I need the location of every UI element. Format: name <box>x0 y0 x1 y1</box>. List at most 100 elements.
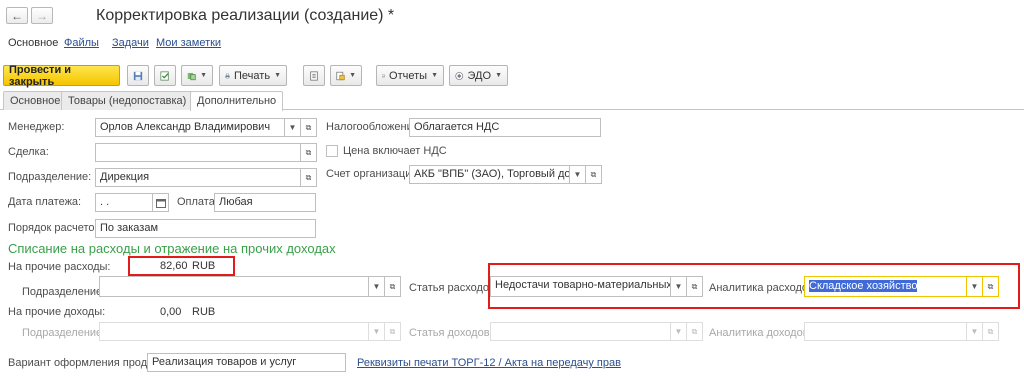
expense-item-label: Статья расходов: <box>409 282 498 294</box>
deal-label: Сделка: <box>8 146 49 158</box>
open-icon: ⧉ <box>987 326 994 336</box>
income-analytics-dropdown-button[interactable]: ▼ <box>966 322 983 341</box>
expense-highlight <box>488 263 1020 309</box>
save-button[interactable] <box>127 65 149 86</box>
exp-division-dropdown-button[interactable]: ▼ <box>368 276 385 297</box>
income-item-label: Статья доходов: <box>409 327 493 339</box>
structure-button[interactable] <box>303 65 325 86</box>
exp-division-open-button[interactable]: ⧉ <box>384 276 401 297</box>
payment-field[interactable]: Любая <box>214 193 316 212</box>
inc-division-field[interactable] <box>99 322 369 341</box>
income-item-field[interactable] <box>490 322 671 341</box>
taxation-label: Налогообложение: <box>326 121 422 133</box>
subnav-main[interactable]: Основное <box>8 37 58 49</box>
chevron-down-icon: ▼ <box>431 72 438 79</box>
vat-included-label: Цена включает НДС <box>343 145 447 157</box>
open-icon: ⧉ <box>691 326 698 336</box>
org-account-open-button[interactable]: ⧉ <box>585 165 602 184</box>
manager-field[interactable]: Орлов Александр Владимирович <box>95 118 285 137</box>
deal-field[interactable] <box>95 143 301 162</box>
exp-division-label: Подразделение: <box>22 286 106 298</box>
tab-goods[interactable]: Товары (недопоставка) (1) <box>61 91 210 110</box>
income-item-dropdown-button[interactable]: ▼ <box>670 322 687 341</box>
printer-icon <box>225 73 230 78</box>
income-analytics-label: Аналитика доходов: <box>709 327 812 339</box>
attachment-icon <box>336 71 345 80</box>
chevron-down-icon: ▼ <box>274 72 281 79</box>
settlement-label: Порядок расчетов: <box>8 222 104 234</box>
exp-division-field[interactable] <box>99 276 369 297</box>
chevron-down-icon: ▼ <box>970 327 979 336</box>
expenses-label: На прочие расходы: <box>8 261 111 273</box>
attachments-button[interactable]: ▼ <box>330 65 362 86</box>
manager-open-button[interactable]: ⧉ <box>300 118 317 137</box>
print-requisites-link[interactable]: Реквизиты печати ТОРГ-12 / Акта на перед… <box>357 357 621 369</box>
subnav-tasks[interactable]: Задачи <box>112 37 149 49</box>
income-value: 0,00 <box>160 306 182 318</box>
deal-open-button[interactable]: ⧉ <box>300 143 317 162</box>
back-arrow-icon: ← <box>11 8 23 23</box>
reports-icon <box>382 74 385 77</box>
subnav-files[interactable]: Файлы <box>64 37 99 49</box>
calendar-icon <box>155 198 166 208</box>
income-analytics-open-button[interactable]: ⧉ <box>982 322 999 341</box>
chevron-down-icon: ▼ <box>674 327 683 336</box>
save-icon <box>133 71 143 80</box>
vat-included-checkbox[interactable] <box>326 145 338 157</box>
post-button[interactable] <box>154 65 176 86</box>
edo-icon <box>455 71 464 80</box>
open-icon: ⧉ <box>389 281 396 291</box>
income-item-open-button[interactable]: ⧉ <box>686 322 703 341</box>
income-label: На прочие доходы: <box>8 306 106 318</box>
division-open-button[interactable]: ⧉ <box>300 168 317 187</box>
open-icon: ⧉ <box>305 122 312 132</box>
create-based-icon <box>187 72 196 80</box>
section-title: Списание на расходы и отражение на прочи… <box>8 241 336 256</box>
division-label: Подразделение: <box>8 171 92 183</box>
manager-dropdown-button[interactable]: ▼ <box>284 118 301 137</box>
tab-additional[interactable]: Дополнительно <box>190 91 284 111</box>
calendar-button[interactable] <box>152 193 169 212</box>
post-icon <box>160 70 169 81</box>
subnav-notes[interactable]: Мои заметки <box>156 37 221 49</box>
taxation-field[interactable]: Облагается НДС <box>409 118 601 137</box>
settlement-field[interactable]: По заказам <box>95 219 316 238</box>
chevron-down-icon: ▼ <box>200 72 207 79</box>
print-button[interactable]: Печать ▼ <box>219 65 287 86</box>
chevron-down-icon: ▼ <box>349 72 356 79</box>
open-icon: ⧉ <box>590 169 597 179</box>
expenses-currency: RUB <box>192 260 216 272</box>
org-account-dropdown-button[interactable]: ▼ <box>569 165 586 184</box>
inc-division-open-button[interactable]: ⧉ <box>384 322 401 341</box>
inc-division-dropdown-button[interactable]: ▼ <box>368 322 385 341</box>
expenses-value: 82,60 <box>160 260 188 272</box>
post-and-close-button[interactable]: Провести и закрыть <box>3 64 120 88</box>
pay-date-label: Дата платежа: <box>8 196 82 208</box>
org-account-field[interactable]: АКБ "ВПБ" (ЗАО), Торговый дом "Н <box>409 165 570 184</box>
manager-label: Менеджер: <box>8 121 65 133</box>
division-field[interactable]: Дирекция <box>95 168 301 187</box>
pay-date-field[interactable]: . . <box>95 193 153 212</box>
income-analytics-field[interactable] <box>804 322 967 341</box>
payment-label: Оплата: <box>177 196 218 208</box>
org-account-label: Счет организации: <box>326 168 421 180</box>
forward-button[interactable]: → <box>31 7 53 24</box>
sale-variant-label: Вариант оформления продажи: <box>8 357 170 369</box>
back-button[interactable]: ← <box>6 7 28 24</box>
document-list-icon <box>310 70 318 81</box>
chevron-down-icon: ▼ <box>573 170 582 179</box>
inc-division-label: Подразделение: <box>22 327 106 339</box>
edo-button[interactable]: ЭДО ▼ <box>449 65 508 86</box>
open-icon: ⧉ <box>305 172 312 182</box>
chevron-down-icon: ▼ <box>495 72 502 79</box>
chevron-down-icon: ▼ <box>288 123 297 132</box>
tab-main[interactable]: Основное <box>3 91 68 110</box>
forward-arrow-icon: → <box>36 8 48 23</box>
reports-button[interactable]: Отчеты ▼ <box>376 65 444 86</box>
sale-variant-field[interactable]: Реализация товаров и услуг <box>147 353 346 372</box>
page-title: Корректировка реализации (создание) * <box>96 7 395 24</box>
create-based-on-button[interactable]: ▼ <box>181 65 213 86</box>
chevron-down-icon: ▼ <box>372 282 381 291</box>
income-currency: RUB <box>192 306 216 318</box>
chevron-down-icon: ▼ <box>372 327 381 336</box>
